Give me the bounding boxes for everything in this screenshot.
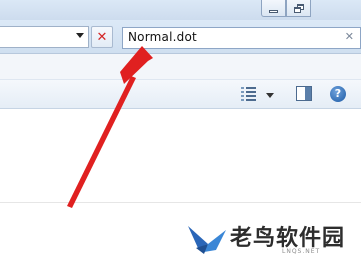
navigation-bar: ✕ Normal.dot ✕ bbox=[0, 20, 361, 53]
watermark-subtitle: LNQS.NET bbox=[282, 248, 321, 255]
restore-icon bbox=[293, 3, 304, 13]
menu-band bbox=[0, 54, 361, 79]
bird-logo-icon bbox=[188, 226, 226, 254]
pane-divider bbox=[0, 202, 361, 203]
chevron-down-icon[interactable] bbox=[76, 33, 84, 38]
search-input[interactable]: Normal.dot ✕ bbox=[122, 27, 361, 49]
preview-pane-icon[interactable] bbox=[296, 86, 312, 101]
minimize-button[interactable] bbox=[261, 0, 286, 17]
command-toolbar: ? bbox=[0, 79, 361, 109]
minimize-icon bbox=[269, 9, 278, 13]
stop-button[interactable]: ✕ bbox=[91, 26, 113, 48]
watermark-logo: 老鸟软件园 LNQS.NET bbox=[186, 216, 356, 262]
window-title-bar bbox=[0, 0, 361, 20]
close-x-icon: ✕ bbox=[96, 29, 108, 45]
search-input-value: Normal.dot bbox=[128, 30, 197, 44]
view-menu-chevron-icon[interactable] bbox=[266, 93, 274, 98]
details-view-icon[interactable] bbox=[241, 87, 257, 101]
restore-button[interactable] bbox=[286, 0, 311, 17]
clear-icon[interactable]: ✕ bbox=[345, 30, 354, 43]
help-icon[interactable]: ? bbox=[330, 86, 346, 102]
